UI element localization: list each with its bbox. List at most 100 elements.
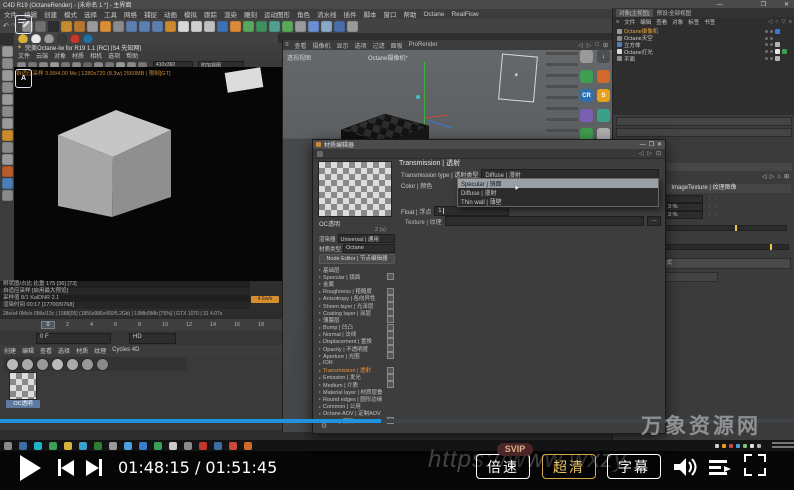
fullscreen-button[interactable]: [744, 454, 766, 476]
menu-item[interactable]: 窗口: [384, 9, 397, 19]
undo-icon[interactable]: ↶: [3, 22, 9, 30]
objmgr-menu-icon[interactable]: ≡: [616, 19, 619, 25]
material-preset-icon[interactable]: [67, 359, 78, 370]
mode-icon[interactable]: [2, 58, 13, 69]
material-preset-icon[interactable]: [82, 359, 93, 370]
menu-item[interactable]: 模式: [64, 9, 77, 19]
channel-checkbox[interactable]: [387, 338, 394, 345]
lv-menu-item[interactable]: 帮助: [126, 51, 138, 59]
objmgr-menu-item[interactable]: 对象: [672, 18, 683, 26]
objmgr-menu-item[interactable]: 标签: [688, 18, 699, 26]
resolution-button[interactable]: HD: [129, 333, 176, 344]
objmgr-menu-item[interactable]: 文件: [624, 18, 635, 26]
channel-checkbox[interactable]: [387, 273, 394, 280]
material-preset-icon[interactable]: [7, 359, 18, 370]
next-button[interactable]: [86, 459, 102, 476]
plugin-icon[interactable]: S: [597, 89, 610, 102]
dialog-titlebar[interactable]: 材质编辑器 — ❐ ✕: [313, 140, 665, 149]
attr-row-handle[interactable]: ⋮⋮: [707, 196, 720, 202]
menu-item[interactable]: 选择: [84, 9, 97, 19]
dialog-close-button[interactable]: ✕: [657, 141, 662, 148]
channel-checkbox[interactable]: [387, 331, 394, 338]
channel-label[interactable]: Aperture | 光圈: [323, 352, 360, 360]
objmgr-menu-item[interactable]: 书签: [704, 18, 715, 26]
float-input[interactable]: 1: [434, 206, 509, 216]
menu-item[interactable]: Octane: [424, 11, 445, 18]
menu-item[interactable]: 帮助: [404, 9, 417, 19]
mode-icon[interactable]: [2, 130, 13, 141]
dialog-nav-icon[interactable]: ⊡: [656, 150, 661, 157]
mode-icon[interactable]: [2, 166, 13, 177]
object-tag-icon[interactable]: [775, 36, 780, 41]
lv-render-view[interactable]: 自适应采样 3.99/4.00 Ms | 1280x720 (8.3w) 256…: [14, 67, 282, 281]
channel-checkbox[interactable]: [387, 324, 394, 331]
material-thumbnail[interactable]: [10, 373, 36, 399]
toolbar-icon[interactable]: [217, 21, 228, 32]
mode-icon[interactable]: [2, 70, 13, 81]
object-tag-icon[interactable]: [775, 49, 780, 54]
mode-icon[interactable]: [2, 190, 13, 201]
objmgr-filter-icon[interactable]: ≡: [789, 19, 792, 25]
enable-dot[interactable]: [765, 30, 768, 33]
plugin-icon[interactable]: CR: [580, 89, 593, 102]
plugin-icon[interactable]: ↓: [597, 50, 610, 63]
menu-item[interactable]: 捕捉: [144, 9, 157, 19]
toolbar-icon[interactable]: [243, 21, 254, 32]
toolbar-icon[interactable]: [35, 21, 46, 32]
expander-icon[interactable]: ▸: [319, 375, 321, 380]
matmgr-menu-item[interactable]: 纹理: [94, 346, 106, 355]
axis-z-blue[interactable]: [428, 120, 453, 129]
expander-icon[interactable]: ▸: [319, 267, 321, 272]
objmgr-menu-item[interactable]: 编辑: [640, 18, 651, 26]
expander-icon[interactable]: ▸: [319, 274, 321, 279]
plugin-icon[interactable]: [580, 109, 593, 122]
material-preset-icon[interactable]: [52, 359, 63, 370]
dialog-maximize-button[interactable]: ❐: [649, 141, 654, 148]
plugin-icon[interactable]: [597, 70, 610, 83]
toolbar-icon[interactable]: [230, 21, 241, 32]
menu-item[interactable]: 模拟: [184, 9, 197, 19]
viewport-view-icon[interactable]: ◁: [578, 42, 583, 49]
tray-icon[interactable]: [722, 444, 726, 448]
toolbar-icon[interactable]: [347, 21, 358, 32]
toolbar-icon[interactable]: [152, 21, 163, 32]
menu-item[interactable]: 插件: [344, 9, 357, 19]
matmgr-menu-item[interactable]: 选择: [58, 346, 70, 355]
tray-icon[interactable]: [715, 444, 719, 448]
plugin-icon[interactable]: [580, 50, 593, 63]
render-dot[interactable]: [770, 50, 773, 53]
objmgr-tab[interactable]: 对象[主视图]: [616, 9, 653, 17]
enable-dot[interactable]: [765, 43, 768, 46]
subtitle-button[interactable]: 字幕: [607, 454, 661, 479]
window-maximize-button[interactable]: ❐: [761, 1, 766, 8]
plugin-icon[interactable]: [580, 70, 593, 83]
objmgr-filter-icon[interactable]: ○: [775, 19, 778, 25]
attr-nav-icon[interactable]: ⊞: [784, 173, 789, 180]
toolbar-icon[interactable]: [256, 21, 267, 32]
viewport-menu-item[interactable]: 过滤: [373, 41, 385, 50]
material-preview[interactable]: [319, 162, 391, 216]
node-editor-button[interactable]: Node Editor | 节点编辑器: [319, 254, 395, 264]
menu-item[interactable]: 动画: [164, 9, 177, 19]
viewport-menu-item[interactable]: ProRender: [409, 42, 438, 48]
enable-dot[interactable]: [765, 37, 768, 40]
expander-icon[interactable]: ▸: [319, 325, 321, 330]
matmgr-menu-item[interactable]: Cycles 4D: [112, 347, 139, 353]
lv-menu-item[interactable]: 选项: [108, 51, 120, 59]
window-close-button[interactable]: ✕: [784, 1, 789, 8]
mode-icon[interactable]: [2, 118, 13, 129]
toolbar-icon[interactable]: [87, 21, 98, 32]
mode-icon[interactable]: [2, 178, 13, 189]
expander-icon[interactable]: ▸: [319, 368, 321, 373]
channel-checkbox[interactable]: [387, 352, 394, 359]
viewport-menu-item[interactable]: 显示: [337, 41, 349, 50]
toolbar-icon[interactable]: [178, 21, 189, 32]
enable-dot[interactable]: [765, 57, 768, 60]
tray-icon[interactable]: [757, 444, 761, 448]
channel-checkbox[interactable]: [387, 309, 394, 316]
expander-icon[interactable]: ▸: [319, 361, 321, 366]
matmgr-menu-item[interactable]: 创建: [4, 346, 16, 355]
toolbar-icon[interactable]: [282, 21, 293, 32]
expander-icon[interactable]: ▸: [319, 353, 321, 358]
current-frame-field[interactable]: 0 F: [36, 333, 111, 344]
